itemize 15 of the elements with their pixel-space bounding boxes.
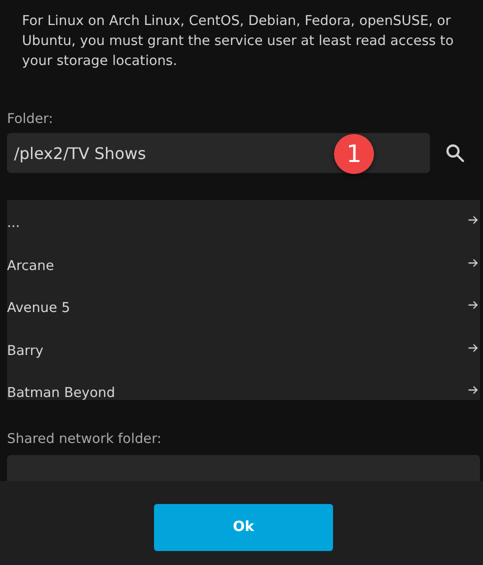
search-button[interactable] bbox=[444, 142, 466, 164]
folder-list-item[interactable]: Barry bbox=[7, 328, 480, 370]
folder-list-item[interactable]: Avenue 5 bbox=[7, 285, 480, 328]
folder-label: Folder: bbox=[7, 110, 54, 129]
folder-list-item[interactable]: Batman Beyond bbox=[7, 370, 480, 400]
search-icon bbox=[445, 143, 465, 163]
shared-network-folder-label: Shared network folder: bbox=[7, 430, 162, 449]
notice-text: For Linux on Arch Linux, CentOS, Debian, Fedora, openSUSE, or Ubuntu, you must grant the service user at least read access to your storage locations. bbox=[22, 12, 455, 71]
arrow-right-icon bbox=[468, 215, 478, 225]
arrow-right-icon bbox=[468, 300, 478, 310]
folder-list-item[interactable]: Arcane bbox=[7, 242, 480, 285]
folder-list-item[interactable]: ... bbox=[7, 200, 480, 242]
arrow-right-icon bbox=[468, 385, 478, 395]
arrow-right-icon bbox=[468, 342, 478, 352]
arrow-right-icon bbox=[468, 258, 478, 268]
